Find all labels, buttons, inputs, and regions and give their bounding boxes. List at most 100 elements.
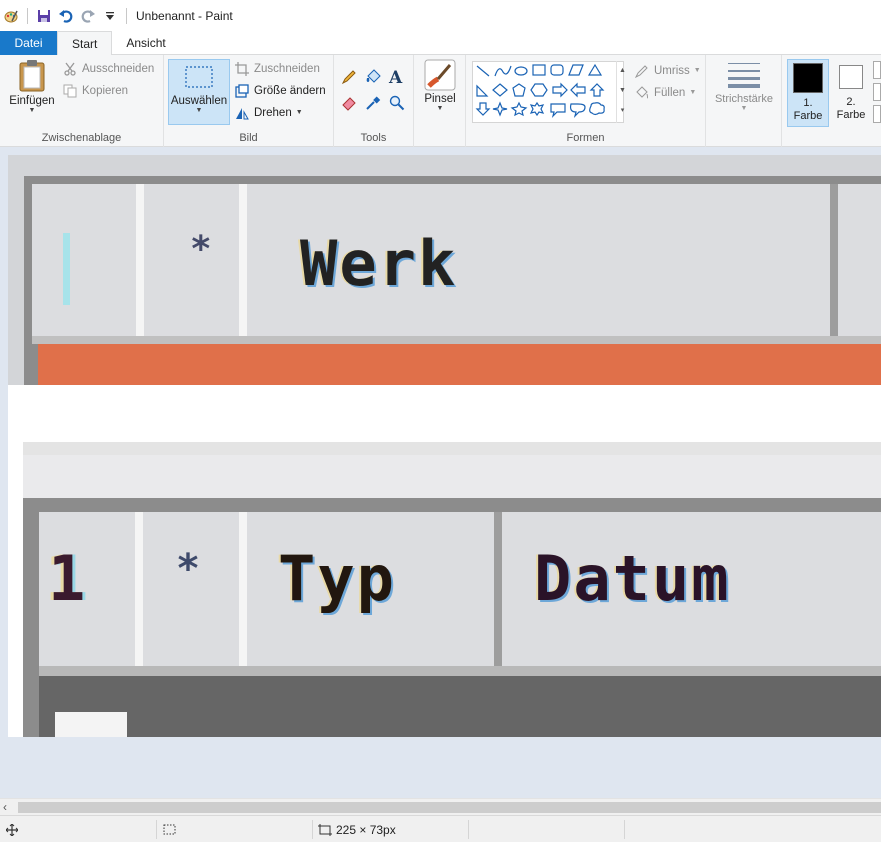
- canvas-workspace[interactable]: * Werk 1 * Typ Datum: [0, 147, 881, 798]
- color1-label: 1. Farbe: [793, 97, 823, 122]
- brushes-button[interactable]: Pinsel ▼: [420, 59, 460, 125]
- text-a-icon: A: [389, 68, 403, 88]
- pasted-image-top[interactable]: * Werk: [8, 155, 881, 385]
- palette-edge[interactable]: [873, 61, 881, 125]
- text-tool[interactable]: A: [389, 68, 402, 88]
- selection-icon: [163, 816, 177, 843]
- scissors-icon: [62, 61, 78, 77]
- shapes-group: ▲ ▼ ▾ Umriss ▼ Füllen ▼ Formen: [466, 55, 706, 147]
- outline-label: Umriss: [654, 65, 690, 77]
- clipboard-group-label: Zwischenablage: [41, 132, 122, 144]
- image-size-readout: 225 × 73px: [318, 816, 396, 843]
- crop-icon: [234, 61, 250, 77]
- fill-label: Füllen: [654, 87, 686, 99]
- rotate-button[interactable]: Drehen ▼: [234, 105, 303, 121]
- eraser-tool[interactable]: [341, 95, 357, 111]
- pixel-text-typ: Typ: [278, 542, 396, 615]
- size-label: Strichstärke: [714, 93, 774, 105]
- paint-app-icon[interactable]: [0, 5, 22, 27]
- save-icon[interactable]: [33, 5, 55, 27]
- pencil-tool[interactable]: [341, 69, 357, 85]
- orange-header-bar: [38, 344, 881, 385]
- copy-icon: [62, 83, 78, 99]
- cursor-position-icon: [6, 816, 18, 843]
- image-group: Auswählen ▼ Zuschneiden Größe ändern Dre…: [164, 55, 334, 147]
- color2-button[interactable]: 2. Farbe: [832, 59, 870, 127]
- magnifier-tool[interactable]: [389, 95, 405, 111]
- ribbon: Einfügen ▼ Ausschneiden Kopieren Zwische…: [0, 55, 881, 147]
- scroll-left-icon[interactable]: ‹: [3, 800, 7, 814]
- color2-label: 2. Farbe: [836, 96, 866, 121]
- outline-pen-icon: [634, 63, 650, 79]
- resize-button[interactable]: Größe ändern: [234, 83, 326, 99]
- pencil-icon: [341, 70, 356, 85]
- tab-view[interactable]: Ansicht: [112, 31, 179, 55]
- separator: [27, 7, 28, 24]
- redo-icon[interactable]: [77, 5, 99, 27]
- chevron-down-icon: ▼: [195, 107, 203, 114]
- chevron-down-icon: ▼: [295, 109, 303, 116]
- horizontal-scrollbar[interactable]: ‹: [0, 798, 881, 815]
- size-icon: [318, 823, 332, 836]
- palette-swatch[interactable]: [873, 61, 881, 79]
- chevron-up-icon[interactable]: ▲: [617, 61, 628, 81]
- quick-access-toolbar: [0, 0, 132, 31]
- white-strip: [8, 385, 881, 442]
- tools-group: A Tools: [334, 55, 414, 147]
- chevron-down-icon[interactable]: ▼: [617, 81, 628, 101]
- tab-home[interactable]: Start: [57, 31, 113, 56]
- size-button[interactable]: Strichstärke ▼: [710, 59, 778, 125]
- select-label: Auswählen: [170, 95, 228, 107]
- color1-swatch: [793, 63, 823, 93]
- separator: [126, 7, 127, 24]
- line-width-icon: [728, 63, 760, 88]
- cut-label: Ausschneiden: [82, 63, 155, 75]
- gallery-more-icon[interactable]: ▾: [617, 101, 628, 121]
- scrollbar-thumb[interactable]: [18, 802, 881, 813]
- copy-label: Kopieren: [82, 85, 129, 97]
- tab-file[interactable]: Datei: [0, 31, 57, 55]
- paste-button[interactable]: Einfügen ▼: [6, 59, 58, 125]
- fill-tool[interactable]: [365, 69, 381, 85]
- copy-button[interactable]: Kopieren: [62, 83, 128, 99]
- shapes-palette-icon: [475, 63, 605, 118]
- image-group-label: Bild: [239, 132, 258, 144]
- cut-button[interactable]: Ausschneiden: [62, 61, 154, 77]
- color1-button[interactable]: 1. Farbe: [787, 59, 829, 127]
- paste-label: Einfügen: [9, 95, 55, 107]
- undo-icon[interactable]: [55, 5, 77, 27]
- crop-label: Zuschneiden: [254, 63, 320, 75]
- brushes-group: Pinsel ▼: [414, 55, 466, 147]
- pasted-image-bottom[interactable]: 1 * Typ Datum: [8, 442, 881, 737]
- shapes-scroll[interactable]: ▲ ▼ ▾: [616, 61, 628, 123]
- pixel-asterisk: *: [190, 229, 214, 270]
- shapes-group-label: Formen: [566, 132, 605, 144]
- crop-button[interactable]: Zuschneiden: [234, 61, 320, 77]
- pixel-text-datum: Datum: [534, 542, 731, 615]
- palette-swatch[interactable]: [873, 105, 881, 123]
- pixel-glyph: [63, 233, 70, 305]
- color-picker-tool[interactable]: [365, 95, 381, 111]
- pixel-asterisk-2: *: [176, 546, 203, 592]
- pixel-text-werk: Werk: [300, 227, 458, 300]
- resize-label: Größe ändern: [254, 85, 326, 97]
- outline-button[interactable]: Umriss ▼: [634, 63, 701, 79]
- palette-swatch[interactable]: [873, 83, 881, 101]
- customize-quick-access-icon[interactable]: [99, 5, 121, 27]
- resize-icon: [234, 83, 250, 99]
- ribbon-tabs: Datei Start Ansicht: [0, 31, 881, 56]
- brushes-label: Pinsel: [424, 93, 456, 105]
- select-button[interactable]: Auswählen ▼: [168, 59, 230, 125]
- tools-group-label: Tools: [360, 132, 387, 144]
- chevron-down-icon: ▼: [436, 105, 444, 112]
- fill-bucket-icon: [634, 85, 650, 101]
- magnifier-icon: [389, 95, 405, 111]
- window-title: Unbenannt - Paint: [136, 8, 233, 23]
- fill-button[interactable]: Füllen ▼: [634, 85, 696, 101]
- rotate-label: Drehen: [254, 107, 292, 119]
- selection-rectangle-icon: [185, 66, 213, 88]
- chevron-down-icon: ▼: [740, 105, 748, 112]
- shapes-gallery[interactable]: [472, 61, 624, 123]
- rotate-icon: [234, 105, 250, 121]
- brush-icon: [424, 59, 456, 91]
